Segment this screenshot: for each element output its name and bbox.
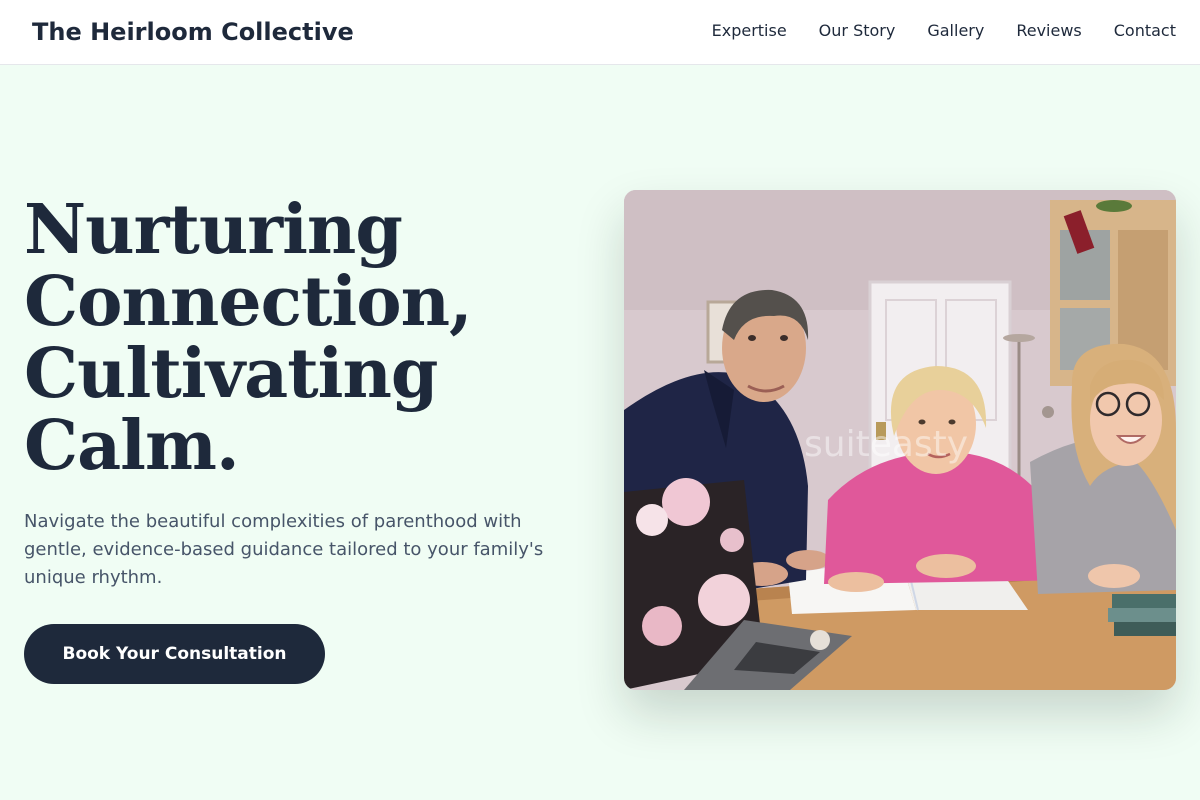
photo-watermark: suiteasty — [804, 424, 968, 465]
hero-title-line: Connection, — [24, 262, 473, 342]
hero-title-line: Cultivating — [24, 334, 438, 414]
nav-link-reviews[interactable]: Reviews — [1016, 19, 1081, 43]
main-nav: Expertise Our Story Gallery Reviews Cont… — [712, 19, 1176, 43]
site-header: The Heirloom Collective Expertise Our St… — [0, 0, 1200, 65]
hero-subtitle: Navigate the beautiful complexities of p… — [24, 511, 544, 588]
brand-logo[interactable]: The Heirloom Collective — [32, 16, 354, 48]
nav-link-our-story[interactable]: Our Story — [819, 19, 896, 43]
hero-title: Nurturing Connection, Cultivating Calm. — [24, 194, 584, 482]
hero-title-line: Calm. — [24, 406, 240, 486]
hero-title-line: Nurturing — [24, 190, 403, 270]
hero-family-photo: suiteasty — [624, 190, 1176, 690]
nav-link-expertise[interactable]: Expertise — [712, 19, 787, 43]
book-consultation-button[interactable]: Book Your Consultation — [24, 624, 325, 684]
nav-link-gallery[interactable]: Gallery — [927, 19, 984, 43]
nav-link-contact[interactable]: Contact — [1114, 19, 1176, 43]
